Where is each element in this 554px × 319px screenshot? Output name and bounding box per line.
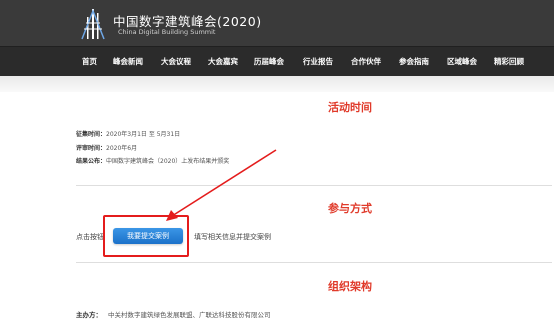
annotation-arrow-icon (166, 149, 277, 221)
